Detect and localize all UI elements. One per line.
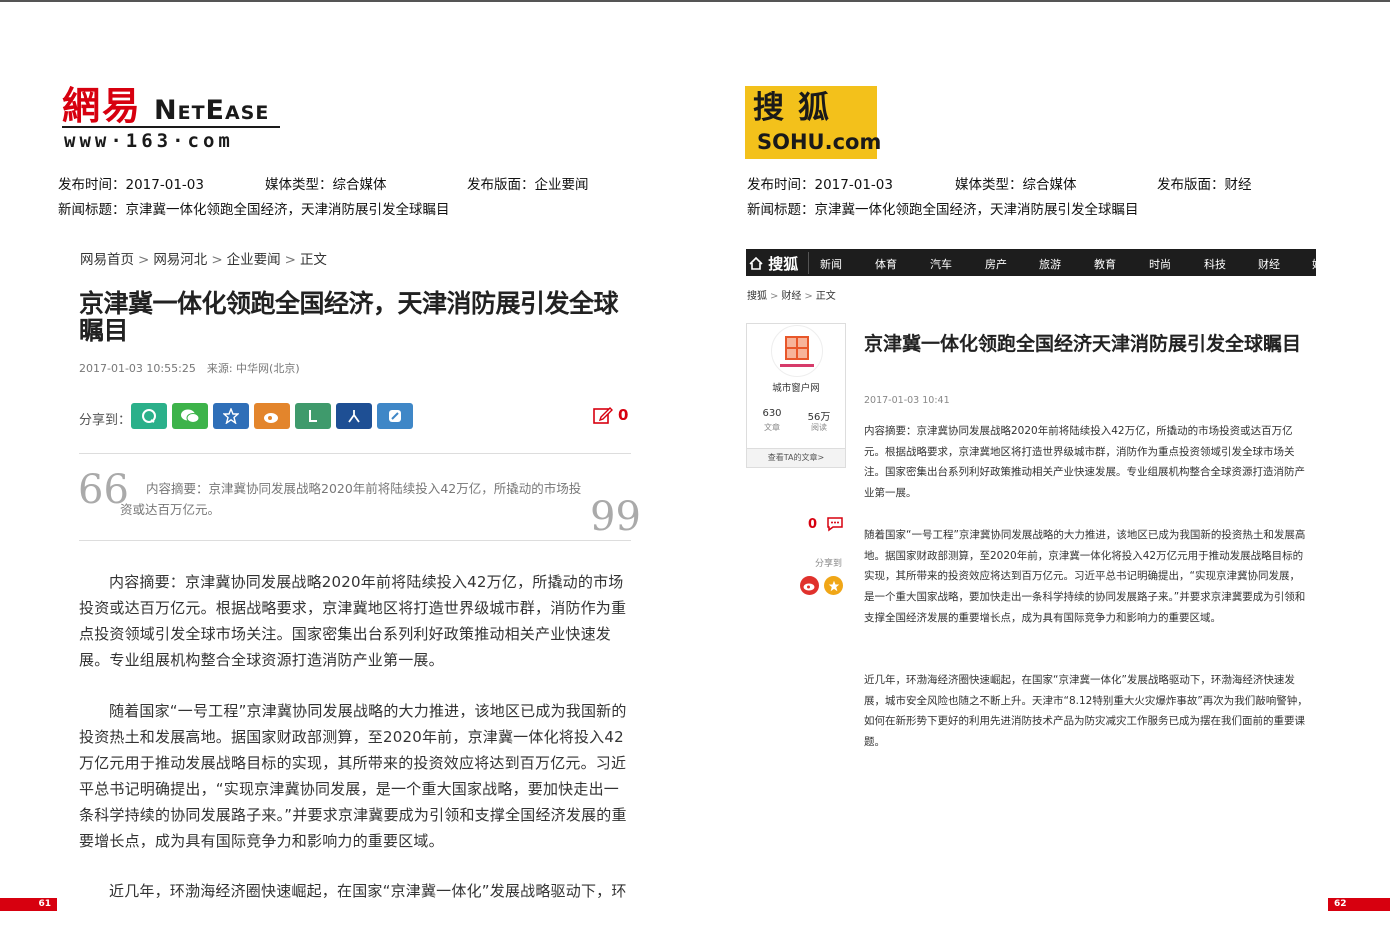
breadcrumb-sep: >	[770, 291, 779, 302]
article-paragraph: 内容摘要：京津冀协同发展战略2020年前将陆续投入42万亿，所撬动的市场投资或达…	[79, 573, 627, 669]
comment-edit-icon[interactable]	[593, 405, 613, 425]
breadcrumb-home[interactable]: 搜狐	[747, 291, 767, 302]
comment-count[interactable]: 0	[808, 517, 817, 532]
share-lofter-button[interactable]	[295, 403, 331, 429]
breadcrumb-sep: >	[138, 252, 150, 268]
meta-headline: 新闻标题：京津冀一体化领跑全国经济，天津消防展引发全球瞩目	[58, 202, 450, 218]
share-renren-button[interactable]	[336, 403, 372, 429]
nav-logo[interactable]: 搜狐	[749, 253, 798, 274]
nav-item-house[interactable]: 房产	[985, 256, 1007, 272]
avatar-image	[780, 336, 814, 367]
nav-item-sports[interactable]: 体育	[875, 256, 897, 272]
article-summary: 内容摘要：京津冀协同发展战略2020年前将陆续投入42万亿，所撬动的市场投资或达…	[120, 481, 582, 517]
divider	[79, 540, 631, 541]
author-name[interactable]: 城市窗户网	[747, 380, 845, 394]
wechat-icon	[181, 409, 200, 423]
comment-icon[interactable]	[826, 516, 844, 532]
netease-logo-bar	[62, 126, 280, 128]
comment-count[interactable]: 0	[618, 406, 628, 424]
page-number: 62	[1328, 898, 1390, 911]
breadcrumb-home[interactable]: 网易首页	[80, 252, 134, 268]
nav-item-auto[interactable]: 汽车	[930, 256, 952, 272]
netease-logo-url: www·163·com	[64, 130, 234, 152]
netease-logo-en: NetEase	[154, 95, 270, 126]
author-card: 城市窗户网 630 文章 56万 阅读 查看TA的文章>	[746, 323, 846, 468]
share-favorite-button[interactable]	[213, 403, 249, 429]
nav-item-news[interactable]: 新闻	[820, 256, 842, 272]
breadcrumb-finance[interactable]: 财经	[781, 291, 801, 302]
articles-label: 文章	[764, 423, 780, 432]
reads-count: 56万	[807, 412, 831, 423]
nav-divider	[808, 252, 809, 274]
article-paragraph: 近几年，环渤海经济圈快速崛起，在国家“京津冀一体化”发展战略驱动下，环	[109, 882, 627, 900]
meta-media-type: 媒体类型：综合媒体	[955, 177, 1077, 193]
share-qzone-button[interactable]	[824, 576, 843, 595]
article-title: 京津冀一体化领跑全国经济，天津消防展引发全球瞩目	[79, 289, 619, 345]
top-border	[0, 0, 1390, 2]
lofter-icon	[309, 410, 317, 422]
sohu-logo-cn: 搜狐	[753, 90, 843, 126]
article-paragraph: 随着国家“一号工程”京津冀协同发展战略的大力推进，该地区已成为我国新的投资热土和…	[864, 529, 1306, 624]
nav-item-fashion[interactable]: 时尚	[1149, 256, 1171, 272]
breadcrumb-hebei[interactable]: 网易河北	[153, 252, 207, 268]
view-author-articles-link[interactable]: 查看TA的文章>	[747, 448, 845, 467]
articles-count: 630	[762, 408, 782, 419]
sohu-logo: 搜狐 SOHU.com	[745, 86, 881, 159]
breadcrumb-sep: >	[284, 252, 296, 268]
meta-publish-time: 发布时间：2017-01-03	[58, 177, 204, 193]
page-number: 61	[0, 898, 57, 911]
nav-item-travel[interactable]: 旅游	[1039, 256, 1061, 272]
reads-label: 阅读	[811, 423, 827, 432]
weibo-icon	[264, 413, 278, 423]
nav-item-education[interactable]: 教育	[1094, 256, 1116, 272]
sohu-logo-en: SOHU.com	[757, 130, 882, 154]
breadcrumb-sep: >	[211, 252, 223, 268]
meta-headline: 新闻标题：京津冀一体化领跑全国经济，天津消防展引发全球瞩目	[747, 202, 1139, 218]
avatar[interactable]	[771, 325, 823, 377]
nav-item-entertainment[interactable]: 娱	[1312, 256, 1316, 272]
breadcrumb-current: 正文	[299, 252, 327, 268]
meta-section: 发布版面：企业要闻	[467, 177, 589, 193]
meta-publish-time: 发布时间：2017-01-03	[747, 177, 893, 193]
nav-logo-text: 搜狐	[768, 255, 799, 273]
breadcrumb-news[interactable]: 企业要闻	[227, 252, 281, 268]
nav-item-finance[interactable]: 财经	[1258, 256, 1280, 272]
share-yixin-button[interactable]	[131, 403, 167, 429]
share-label: 分享到	[815, 559, 843, 569]
breadcrumb-current: 正文	[815, 291, 836, 302]
share-wechat-button[interactable]	[172, 403, 208, 429]
meta-media-type: 媒体类型：综合媒体	[265, 177, 387, 193]
article-paragraph: 近几年，环渤海经济圈快速崛起，在国家“京津冀一体化”发展战略驱动下，环渤海经济快…	[864, 674, 1308, 749]
share-qzone-button[interactable]	[377, 403, 413, 429]
article-date: 2017-01-03 10:41	[864, 395, 950, 406]
renren-icon	[348, 410, 360, 423]
netease-logo-cn: 網易	[62, 83, 143, 128]
breadcrumb: 搜狐 > 财经 > 正文	[747, 287, 836, 302]
share-weibo-button[interactable]	[254, 403, 290, 429]
sohu-nav-bar: 搜狐 新闻 体育 汽车 房产 旅游 教育 时尚 科技 财经 娱	[746, 249, 1316, 276]
share-label: 分享到：	[79, 413, 132, 428]
star-icon	[223, 408, 239, 424]
share-weibo-button[interactable]	[800, 576, 819, 595]
article-paragraph: 随着国家“一号工程”京津冀协同发展战略的大力推进，该地区已成为我国新的投资热土和…	[79, 702, 627, 850]
breadcrumb-sep: >	[804, 291, 813, 302]
divider	[79, 453, 631, 454]
meta-section: 发布版面：财经	[1157, 177, 1252, 193]
nav-item-tech[interactable]: 科技	[1204, 256, 1226, 272]
weibo-icon	[803, 583, 815, 591]
breadcrumb: 网易首页 > 网易河北 > 企业要闻 > 正文	[80, 248, 327, 268]
article-date-source: 2017-01-03 10:55:25 来源: 中华网(北京)	[79, 362, 300, 375]
netease-logo: 網易 NetEase www·163·com	[62, 86, 282, 156]
article-paragraph: 内容摘要：京津冀协同发展战略2020年前将陆续投入42万亿，所撬动的市场投资或达…	[864, 425, 1305, 500]
home-icon	[749, 256, 763, 270]
qzone-icon	[389, 410, 401, 422]
yixin-icon	[142, 409, 156, 423]
article-title: 京津冀一体化领跑全国经济天津消防展引发全球瞩目	[864, 333, 1302, 355]
quote-close-mark: 99	[590, 494, 641, 540]
star-icon	[828, 580, 839, 591]
